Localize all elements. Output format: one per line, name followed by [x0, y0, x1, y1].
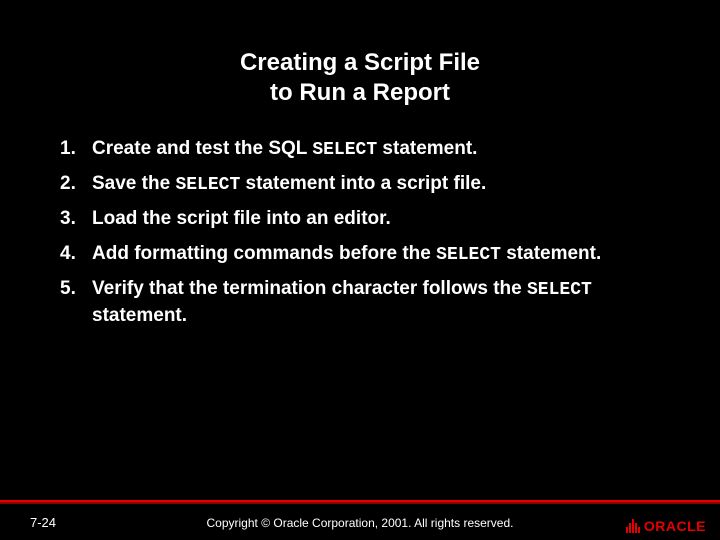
step-3-text: Load the script file into an editor.: [92, 208, 391, 229]
step-1-code: SELECT: [312, 140, 377, 160]
step-5-text-c: statement.: [92, 305, 187, 326]
footer: 7-24 Copyright © Oracle Corporation, 200…: [0, 504, 720, 540]
step-2-code: SELECT: [175, 175, 240, 195]
slide-title: Creating a Script File to Run a Report: [0, 0, 720, 126]
step-4: Add formatting commands before the SELEC…: [60, 241, 660, 268]
step-2: Save the SELECT statement into a script …: [60, 171, 660, 198]
step-1-text-c: statement.: [377, 138, 477, 159]
step-5: Verify that the termination character fo…: [60, 276, 660, 330]
step-2-text-c: statement into a script file.: [240, 173, 486, 194]
steps-list: Create and test the SQL SELECT statement…: [0, 126, 720, 330]
oracle-logo-bars-icon: [626, 519, 640, 533]
step-4-text-c: statement.: [501, 243, 601, 264]
oracle-logo-text: ORACLE: [644, 518, 706, 534]
step-3: Load the script file into an editor.: [60, 206, 660, 233]
step-2-text-a: Save the: [92, 173, 175, 194]
step-5-code: SELECT: [527, 280, 592, 300]
title-line-1: Creating a Script File: [240, 49, 480, 76]
title-line-2: to Run a Report: [270, 79, 450, 106]
step-4-text-a: Add formatting commands before the: [92, 243, 436, 264]
copyright-text: Copyright © Oracle Corporation, 2001. Al…: [0, 516, 720, 530]
step-4-code: SELECT: [436, 245, 501, 265]
step-1-text-a: Create and test the SQL: [92, 138, 312, 159]
step-5-text-a: Verify that the termination character fo…: [92, 278, 527, 299]
step-1: Create and test the SQL SELECT statement…: [60, 136, 660, 163]
oracle-logo: ORACLE: [626, 518, 706, 534]
slide: Creating a Script File to Run a Report C…: [0, 0, 720, 540]
